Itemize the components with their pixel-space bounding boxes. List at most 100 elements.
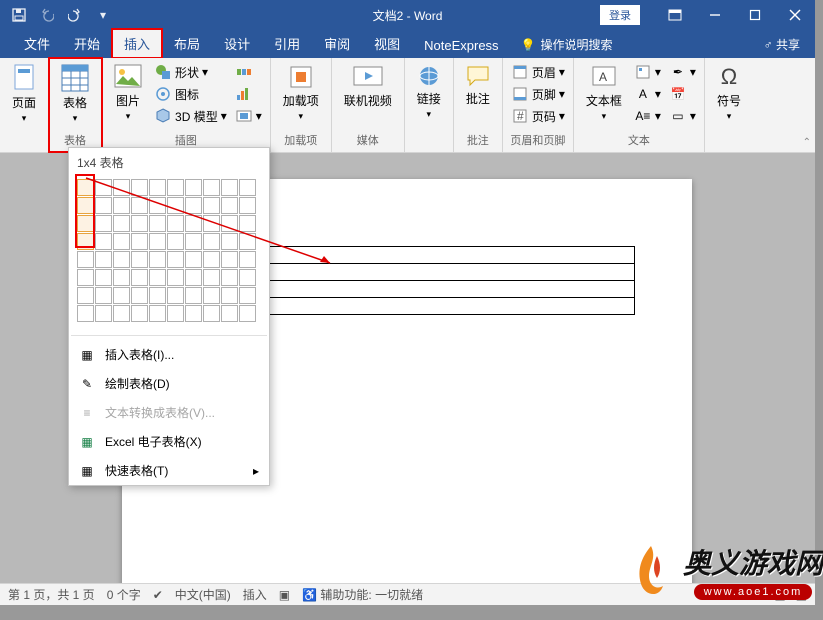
minimize-button[interactable] [695,0,735,30]
grid-cell[interactable] [113,233,130,250]
grid-cell[interactable] [167,215,184,232]
grid-cell[interactable] [95,305,112,322]
grid-cell[interactable] [203,179,220,196]
tab-view[interactable]: 视图 [362,29,412,58]
grid-cell[interactable] [149,305,166,322]
insert-mode[interactable]: 插入 [243,586,267,603]
grid-cell[interactable] [77,269,94,286]
grid-cell[interactable] [113,251,130,268]
spellcheck-icon[interactable]: ✔ [153,588,163,602]
grid-cell[interactable] [239,269,256,286]
object-button[interactable]: ▭▾ [667,106,698,126]
share-button[interactable]: ♂ 共享 [749,31,815,58]
word-count[interactable]: 0 个字 [107,586,141,603]
tab-design[interactable]: 设计 [212,29,262,58]
grid-cell[interactable] [77,197,94,214]
macro-icon[interactable]: ▣ [279,588,290,602]
grid-cell[interactable] [185,233,202,250]
dropcap-button[interactable]: A≡▾ [632,106,663,126]
grid-cell[interactable] [167,197,184,214]
page-number-button[interactable]: #页码 ▾ [509,106,567,126]
grid-cell[interactable] [185,305,202,322]
grid-cell[interactable] [95,197,112,214]
quick-tables-menu[interactable]: ▦快速表格(T)▸ [69,456,269,485]
grid-cell[interactable] [221,269,238,286]
grid-cell[interactable] [221,179,238,196]
web-layout-icon[interactable]: ▤ [796,588,807,602]
link-button[interactable]: 链接▾ [411,62,447,122]
online-video-button[interactable]: 联机视频 [338,62,398,111]
grid-cell[interactable] [239,197,256,214]
symbol-button[interactable]: Ω 符号▾ [711,62,747,124]
smartart-button[interactable] [233,62,264,82]
excel-spreadsheet-menu[interactable]: ▦Excel 电子表格(X) [69,427,269,456]
signature-button[interactable]: ✒▾ [667,62,698,82]
insert-table-menu[interactable]: ▦插入表格(I)... [69,340,269,369]
maximize-button[interactable] [735,0,775,30]
grid-cell[interactable] [113,215,130,232]
grid-cell[interactable] [239,251,256,268]
grid-cell[interactable] [95,215,112,232]
grid-cell[interactable] [221,197,238,214]
tab-home[interactable]: 开始 [62,29,112,58]
grid-cell[interactable] [221,287,238,304]
quickparts-button[interactable]: ▾ [632,62,663,82]
grid-cell[interactable] [77,251,94,268]
grid-cell[interactable] [149,179,166,196]
grid-cell[interactable] [167,305,184,322]
grid-cell[interactable] [203,233,220,250]
grid-cell[interactable] [185,179,202,196]
tab-layout[interactable]: 布局 [162,29,212,58]
grid-cell[interactable] [149,215,166,232]
textbox-button[interactable]: A 文本框▾ [580,62,628,124]
grid-cell[interactable] [95,269,112,286]
screenshot-button[interactable]: ▾ [233,106,264,126]
grid-cell[interactable] [221,305,238,322]
grid-cell[interactable] [203,251,220,268]
grid-cell[interactable] [239,215,256,232]
wordart-button[interactable]: A▾ [632,84,663,104]
grid-cell[interactable] [131,251,148,268]
accessibility-status[interactable]: ♿ 辅助功能: 一切就绪 [302,586,423,603]
cover-page-button[interactable]: 页面▾ [6,62,42,126]
table-button[interactable]: 表格▾ [55,62,95,126]
grid-cell[interactable] [185,215,202,232]
tab-noteexpress[interactable]: NoteExpress [412,33,510,58]
footer-button[interactable]: 页脚 ▾ [509,84,567,104]
ribbon-options-icon[interactable] [655,0,695,30]
grid-cell[interactable] [131,197,148,214]
login-button[interactable]: 登录 [600,5,640,25]
grid-cell[interactable] [131,305,148,322]
grid-cell[interactable] [185,197,202,214]
grid-cell[interactable] [167,287,184,304]
grid-cell[interactable] [185,269,202,286]
grid-cell[interactable] [185,251,202,268]
grid-cell[interactable] [221,233,238,250]
grid-cell[interactable] [239,287,256,304]
chart-button[interactable] [233,84,264,104]
grid-cell[interactable] [77,287,94,304]
grid-cell[interactable] [77,215,94,232]
redo-icon[interactable] [66,6,84,24]
grid-cell[interactable] [131,269,148,286]
grid-cell[interactable] [149,251,166,268]
grid-cell[interactable] [149,287,166,304]
grid-cell[interactable] [239,179,256,196]
icons-button[interactable]: 图标 [152,84,229,104]
shapes-button[interactable]: 形状 ▾ [152,62,229,82]
grid-cell[interactable] [95,233,112,250]
draw-table-menu[interactable]: ✎绘制表格(D) [69,369,269,398]
grid-cell[interactable] [203,197,220,214]
language-status[interactable]: 中文(中国) [175,586,231,603]
grid-cell[interactable] [167,251,184,268]
3d-model-button[interactable]: 3D 模型 ▾ [152,106,229,126]
grid-cell[interactable] [167,269,184,286]
grid-cell[interactable] [149,269,166,286]
grid-cell[interactable] [167,233,184,250]
addins-button[interactable]: 加载项▾ [277,62,325,124]
grid-cell[interactable] [131,233,148,250]
grid-cell[interactable] [95,251,112,268]
grid-cell[interactable] [95,287,112,304]
grid-cell[interactable] [113,287,130,304]
tab-insert[interactable]: 插入 [112,29,162,58]
